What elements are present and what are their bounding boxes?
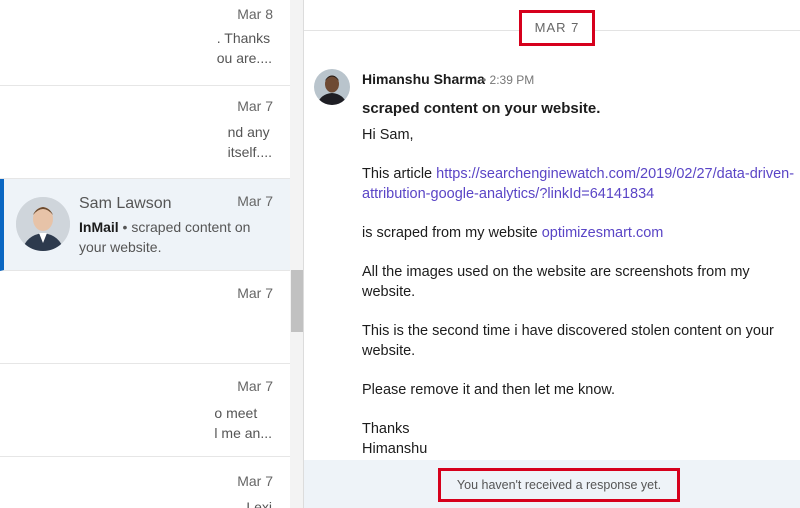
website-link[interactable]: optimizesmart.com xyxy=(542,225,664,241)
conversation-item[interactable]: Mar 7 xyxy=(0,271,290,364)
author-avatar[interactable] xyxy=(314,69,350,105)
images-line: All the images used on the website are s… xyxy=(362,264,750,300)
date-separator: MAR 7 xyxy=(519,10,595,46)
message-subject: scraped content on your website. xyxy=(362,100,601,117)
conversation-date: Mar 7 xyxy=(237,473,273,489)
no-response-notice: You haven't received a response yet. xyxy=(438,468,680,502)
conversation-snippet: o meet l me an... xyxy=(214,405,272,441)
message-body: Hi Sam, This article https://searchengin… xyxy=(362,125,798,459)
conversation-date: Mar 8 xyxy=(237,6,273,22)
message-footer: You haven't received a response yet. xyxy=(304,460,800,508)
conversation-date: Mar 7 xyxy=(237,285,273,301)
author-name[interactable]: Himanshu Sharma xyxy=(362,71,485,87)
list-scrollbar[interactable] xyxy=(290,0,304,508)
greeting: Hi Sam, xyxy=(362,127,414,143)
conversation-item[interactable]: Mar 8 . Thanks ou are.... xyxy=(0,0,290,86)
conversation-snippet: nd any itself.... xyxy=(227,124,272,160)
conversation-list: Mar 8 . Thanks ou are.... Mar 7 nd any i… xyxy=(0,0,290,508)
conversation-date: Mar 7 xyxy=(237,98,273,114)
scrollbar-thumb[interactable] xyxy=(291,270,303,332)
conversation-date: Mar 7 xyxy=(237,193,273,209)
avatar xyxy=(16,197,70,251)
second-time-line: This is the second time i have discovere… xyxy=(362,323,774,359)
signature: Thanks Himanshu xyxy=(362,421,428,457)
conversation-item-sam-lawson[interactable]: Sam Lawson Mar 7 InMail • scraped conten… xyxy=(0,179,290,271)
inmail-tag: InMail xyxy=(79,219,119,235)
conversation-snippet: . Thanks ou are.... xyxy=(216,30,272,66)
scraped-line: is scraped from my website optimizesmart… xyxy=(362,225,664,241)
article-line: This article https://searchenginewatch.c… xyxy=(362,166,795,202)
conversation-preview: InMail • scraped content on your website… xyxy=(79,219,251,255)
message-pane: MAR 7 Himanshu Sharma • 2:39 PM scraped … xyxy=(304,0,800,508)
sender-name: Sam Lawson xyxy=(79,195,172,212)
conversation-date: Mar 7 xyxy=(237,378,273,394)
conversation-item[interactable]: Mar 7 o meet l me an... xyxy=(0,364,290,457)
conversation-item[interactable]: Mar 7 nd any itself.... xyxy=(0,86,290,179)
remove-request-line: Please remove it and then let me know. xyxy=(362,382,616,398)
message-time: • 2:39 PM xyxy=(482,73,535,87)
conversation-item[interactable]: Mar 7 Lexi xyxy=(0,457,290,508)
conversation-snippet: Lexi xyxy=(246,499,272,508)
